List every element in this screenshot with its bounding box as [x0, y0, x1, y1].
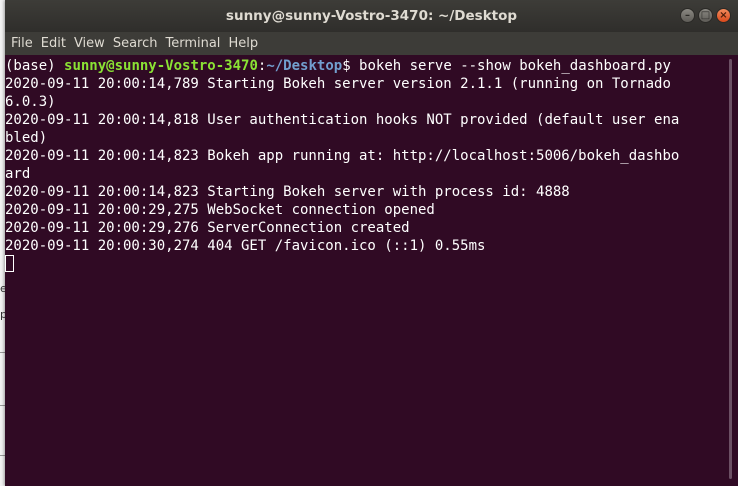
- prompt-symbol: $: [342, 58, 360, 74]
- terminal-window: sunny@sunny-Vostro-3470: ~/Desktop – □ ×…: [5, 0, 738, 486]
- title-bar[interactable]: sunny@sunny-Vostro-3470: ~/Desktop – □ ×: [5, 0, 738, 32]
- output-line: 2020-09-11 20:00:14,789 Starting Bokeh s…: [5, 76, 671, 92]
- window-title: sunny@sunny-Vostro-3470: ~/Desktop: [225, 8, 518, 24]
- menu-help[interactable]: Help: [228, 36, 263, 51]
- menu-view[interactable]: View: [74, 36, 110, 51]
- prompt-env: (base): [5, 58, 65, 74]
- menu-file[interactable]: File: [11, 36, 38, 51]
- text-cursor: [5, 255, 14, 272]
- output-line: 2020-09-11 20:00:29,276 ServerConnection…: [5, 220, 410, 236]
- minimize-button[interactable]: –: [680, 8, 695, 23]
- output-line: 2020-09-11 20:00:14,823 Bokeh app runnin…: [5, 148, 680, 164]
- menu-bar: File Edit View Search Terminal Help: [5, 32, 738, 55]
- cursor-line: [5, 255, 721, 273]
- menu-search[interactable]: Search: [113, 36, 163, 51]
- terminal-output[interactable]: (base) sunny@sunny-Vostro-3470:~/Desktop…: [5, 55, 721, 486]
- window-controls: – □ ×: [680, 8, 731, 23]
- prompt-line: (base) sunny@sunny-Vostro-3470:~/Desktop…: [5, 57, 721, 75]
- output-line: 2020-09-11 20:00:29,275 WebSocket connec…: [5, 202, 435, 218]
- close-button[interactable]: ×: [716, 8, 731, 23]
- output-line: 2020-09-11 20:00:14,823 Starting Bokeh s…: [5, 184, 570, 200]
- menu-edit[interactable]: Edit: [41, 36, 71, 51]
- prompt-path: ~/Desktop: [266, 58, 343, 74]
- prompt-user-host: sunny@sunny-Vostro-3470: [64, 58, 258, 74]
- output-line: 6.0.3): [5, 94, 56, 110]
- output-line: ard: [5, 166, 31, 182]
- output-line: 2020-09-11 20:00:14,818 User authenticat…: [5, 112, 680, 128]
- scrollbar-thumb[interactable]: [729, 59, 732, 479]
- output-line: bled): [5, 130, 48, 146]
- scrollbar[interactable]: [721, 55, 738, 486]
- prompt-command: bokeh serve --show bokeh_dashboard.py: [359, 58, 671, 74]
- output-line: 2020-09-11 20:00:30,274 404 GET /favicon…: [5, 238, 486, 254]
- maximize-button[interactable]: □: [698, 8, 713, 23]
- menu-terminal[interactable]: Terminal: [165, 36, 225, 51]
